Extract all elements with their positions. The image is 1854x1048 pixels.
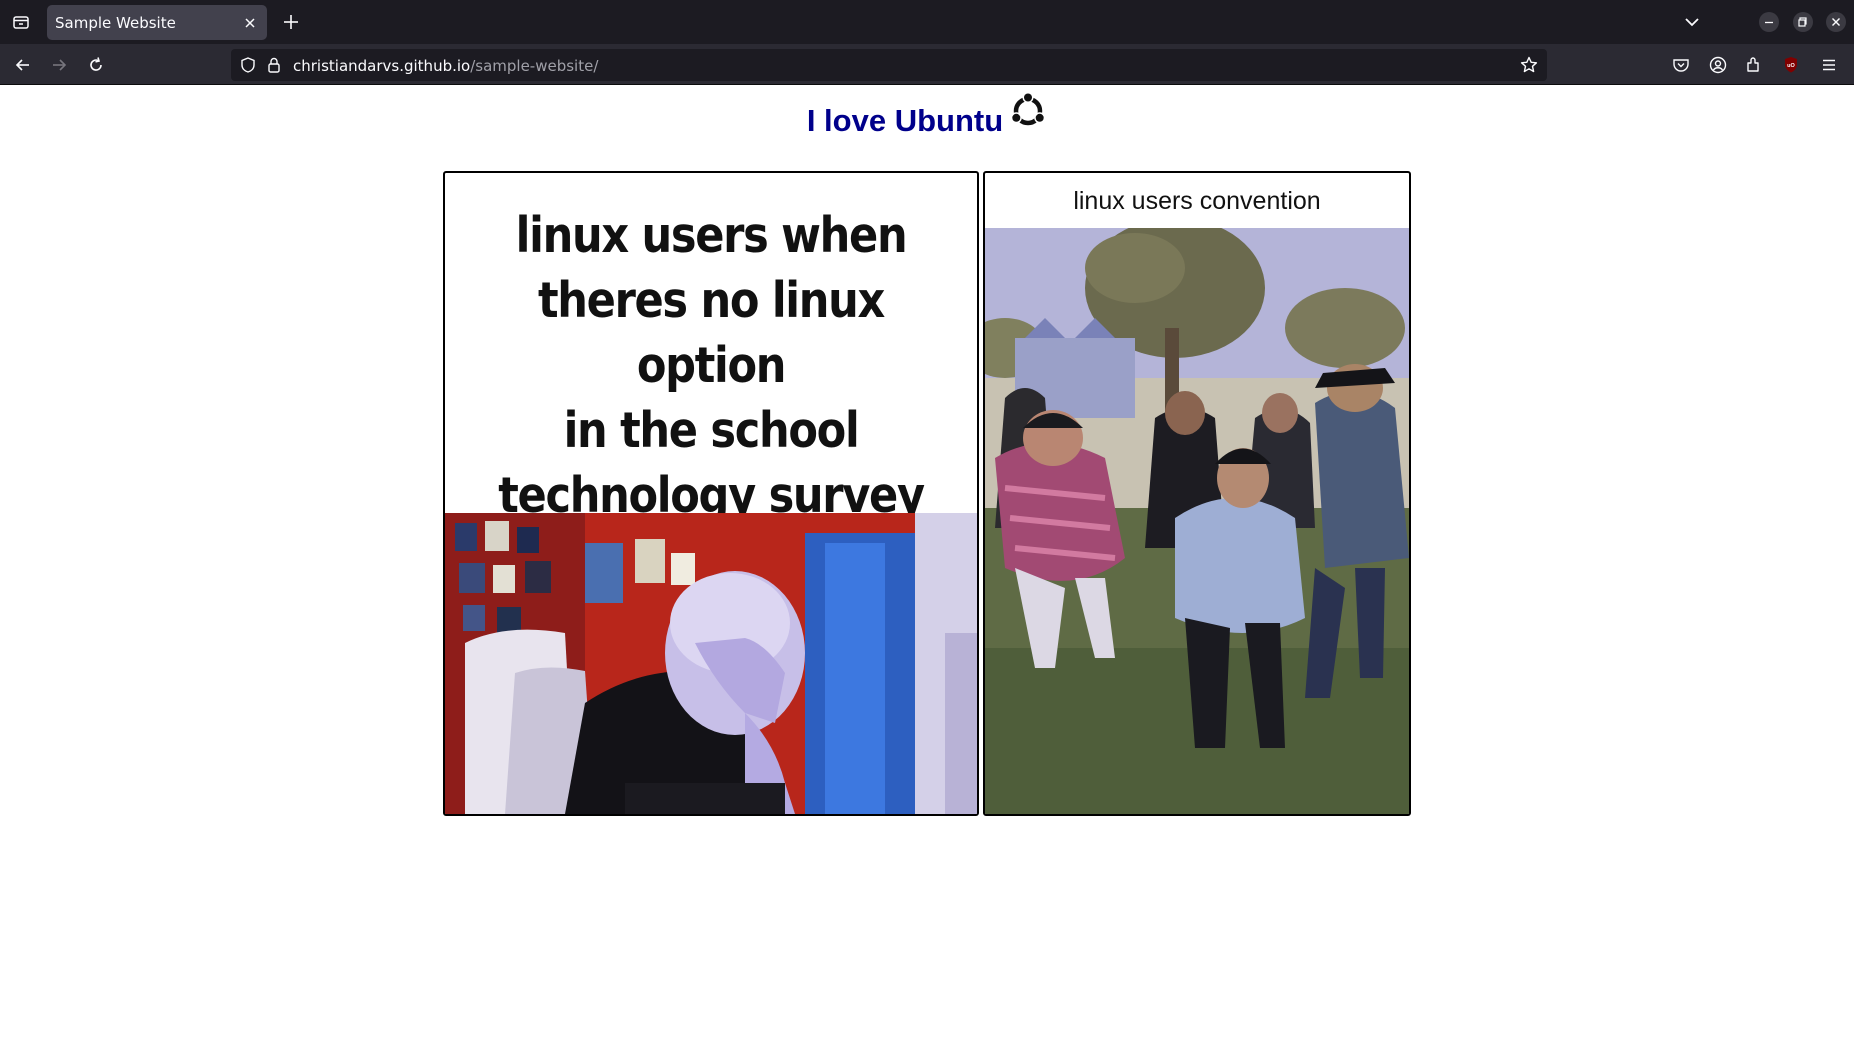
svg-text:uO: uO [1787,63,1795,69]
minimize-icon[interactable] [1759,12,1779,32]
url-bar[interactable]: christiandarvs.github.io/sample-website/ [231,49,1547,81]
meme-caption-line: in the school [563,402,860,459]
tab-bar: Sample Website [0,0,1854,44]
pocket-icon[interactable] [1668,52,1694,78]
forward-icon[interactable] [46,52,72,78]
url-host: christiandarvs.github.io [293,57,471,75]
url-path: /sample-website/ [470,57,599,75]
page-content: I love Ubuntu linux users when theres no… [0,86,1854,1048]
meme-card-convention: linux users convention [983,171,1411,816]
lock-icon[interactable] [265,56,283,79]
meme-caption-line: theres no linux option [537,272,885,394]
dancing-crowd-photo [985,218,1409,814]
ublock-icon[interactable]: uO [1778,52,1804,78]
meme-card-school-survey: linux users when theres no linux option … [443,171,979,816]
plus-icon[interactable] [279,10,303,34]
ubuntu-logo-icon [1009,92,1047,138]
page-title: I love Ubuntu [806,103,1004,138]
close-icon[interactable] [241,14,259,32]
menu-icon[interactable] [1816,52,1842,78]
account-icon[interactable] [1705,52,1731,78]
page-heading: I love Ubuntu [0,92,1854,144]
meme-title: linux users convention [1073,187,1321,215]
extensions-icon[interactable] [1741,52,1767,78]
close-window-icon[interactable] [1826,12,1846,32]
shield-icon[interactable] [239,56,257,79]
nav-bar: christiandarvs.github.io/sample-website/… [0,44,1854,85]
star-icon[interactable] [1519,55,1539,80]
chevron-down-icon[interactable] [1680,10,1704,34]
meme-caption-line: linux users when [515,207,908,264]
restore-icon[interactable] [1793,12,1813,32]
meme-caption: linux users when theres no linux option … [477,203,945,528]
url-text[interactable]: christiandarvs.github.io/sample-website/ [293,57,598,75]
reload-icon[interactable] [83,52,109,78]
facepalm-photo [445,513,977,814]
tab-title: Sample Website [55,14,176,32]
tab-list-icon[interactable] [8,9,34,35]
tab-sample-website[interactable]: Sample Website [47,5,267,40]
back-icon[interactable] [10,52,36,78]
